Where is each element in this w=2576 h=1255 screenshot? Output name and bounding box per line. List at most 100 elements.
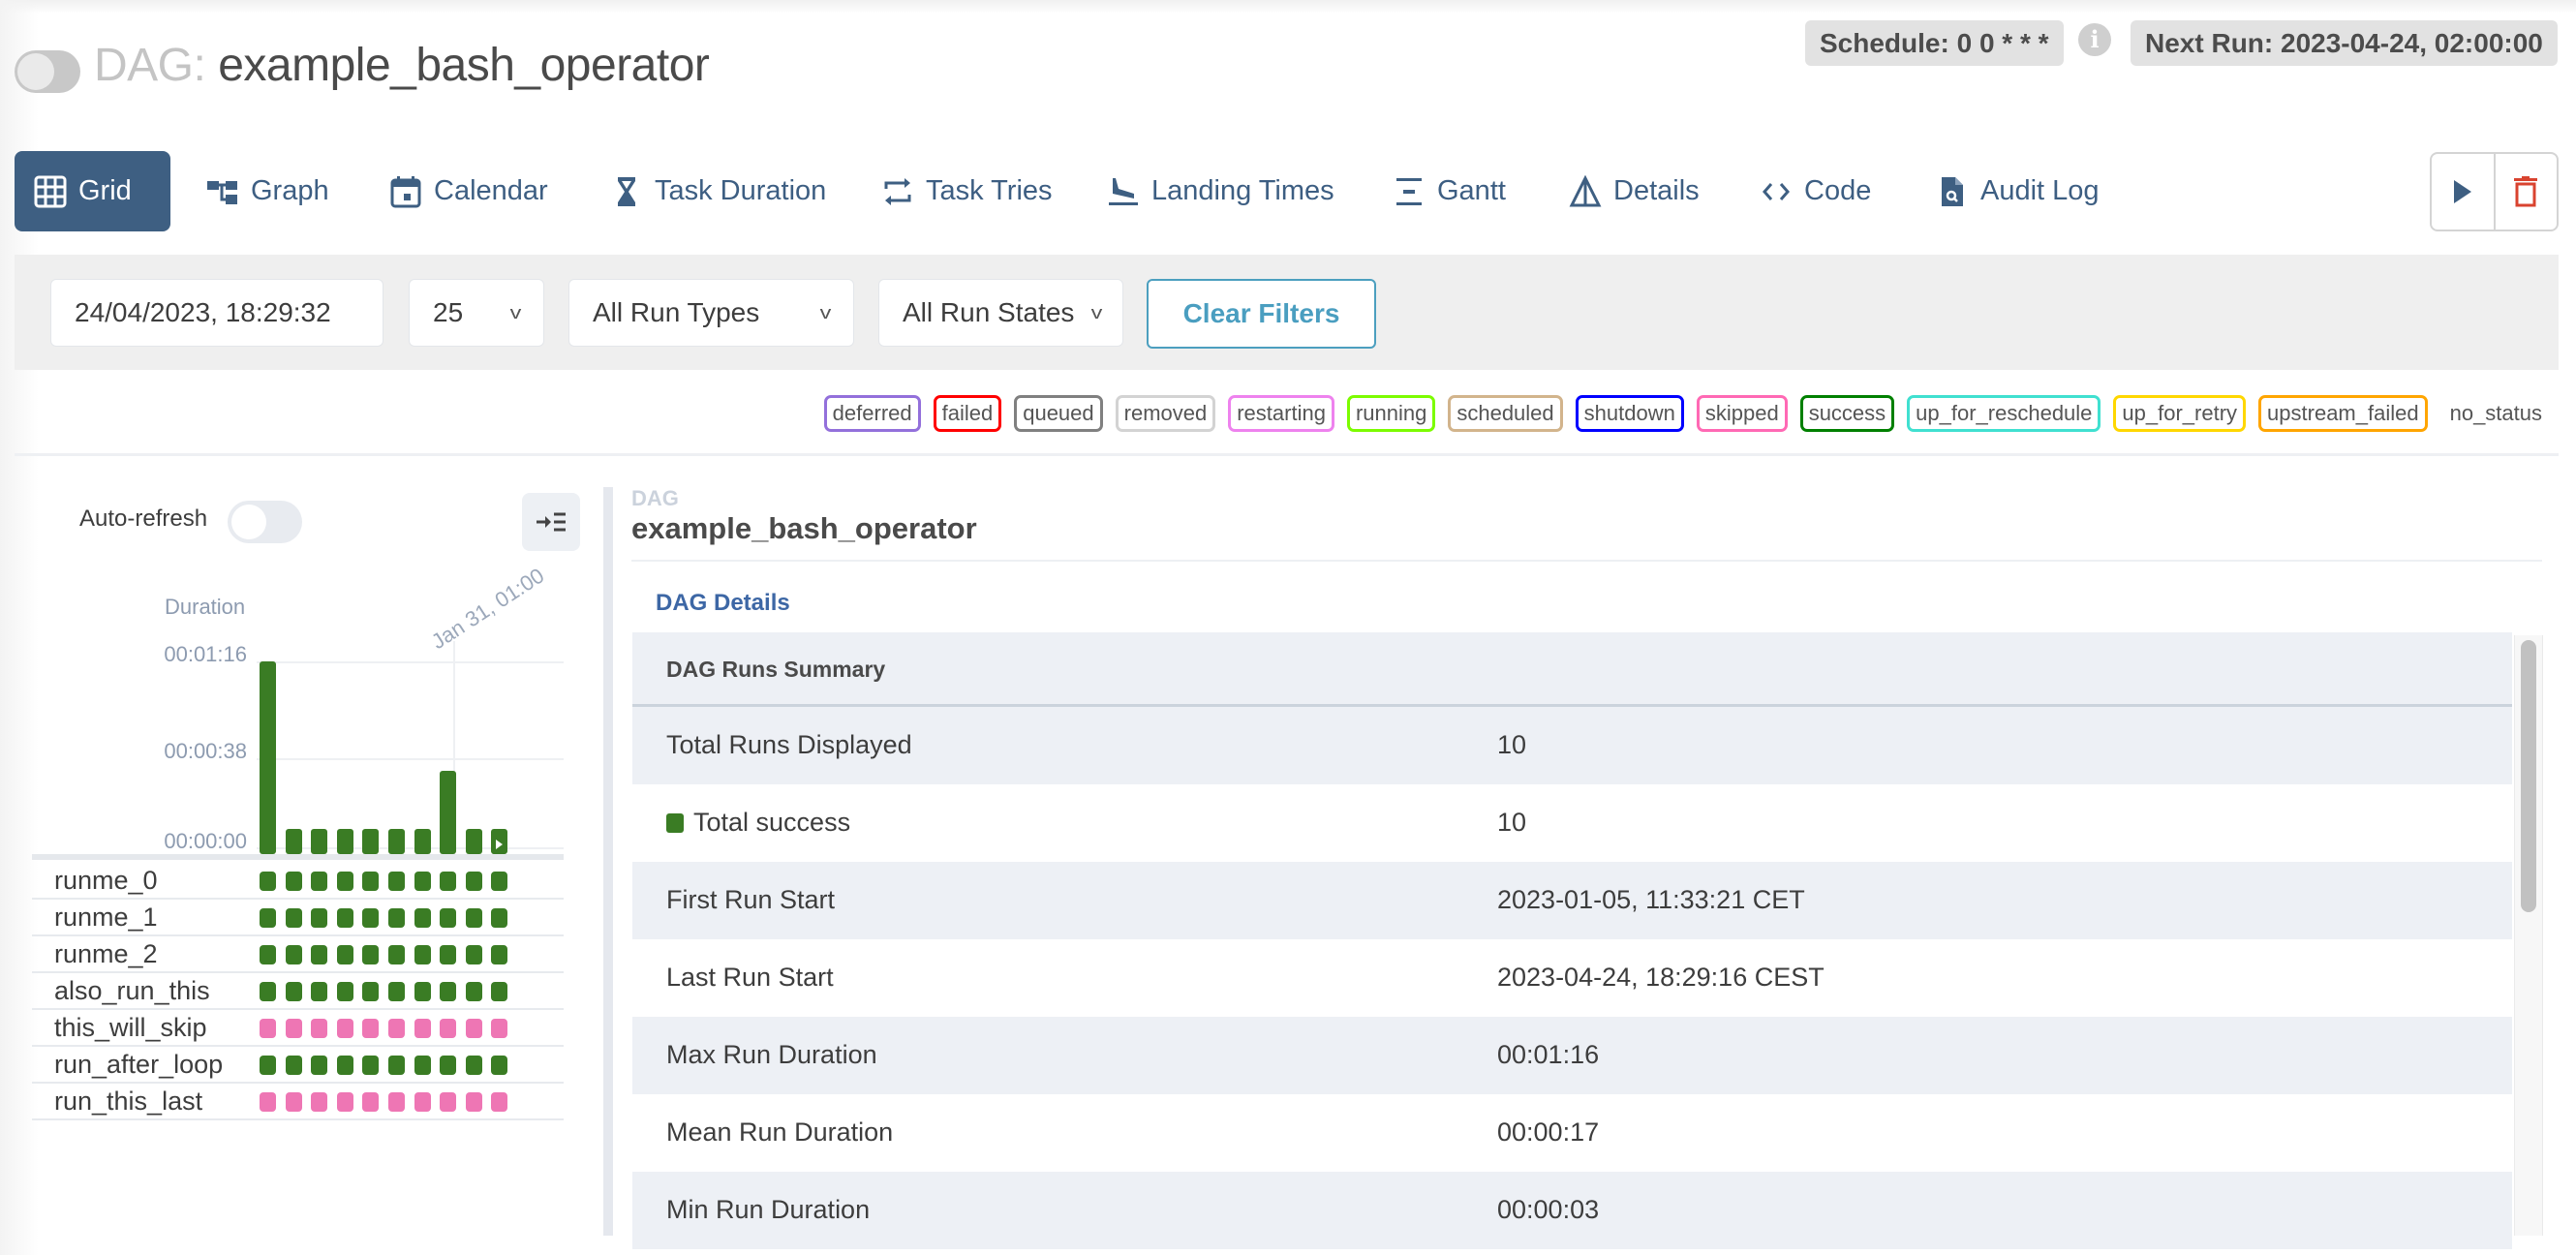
duration-bar[interactable]: [311, 829, 328, 854]
task-instance-skipped[interactable]: [491, 1092, 508, 1112]
task-row[interactable]: this_will_skip: [32, 1010, 564, 1047]
task-instance-skipped[interactable]: [336, 1019, 353, 1038]
task-instance-success[interactable]: [260, 872, 276, 891]
tab-landing-times[interactable]: Landing Times: [1088, 151, 1354, 231]
task-instance-success[interactable]: [414, 872, 431, 891]
task-instance-success[interactable]: [260, 1056, 276, 1075]
task-instance-skipped[interactable]: [260, 1092, 276, 1112]
task-instance-success[interactable]: [440, 982, 457, 1001]
run-type-select[interactable]: All Run Types v: [568, 279, 854, 347]
task-instance-success[interactable]: [311, 982, 328, 1001]
task-instance-success[interactable]: [388, 1056, 405, 1075]
legend-deferred[interactable]: deferred: [823, 395, 921, 432]
duration-bar[interactable]: [388, 829, 405, 854]
task-instance-success[interactable]: [260, 982, 276, 1001]
task-instance-skipped[interactable]: [285, 1019, 302, 1038]
task-instance-success[interactable]: [440, 945, 457, 964]
legend-up-for-reschedule[interactable]: up_for_reschedule: [1907, 395, 2101, 432]
task-instance-success[interactable]: [388, 945, 405, 964]
task-instance-success[interactable]: [414, 908, 431, 928]
task-row[interactable]: runme_1: [32, 900, 564, 936]
task-instance-success[interactable]: [388, 908, 405, 928]
task-name[interactable]: runme_1: [54, 903, 158, 933]
task-instance-success[interactable]: [285, 945, 302, 964]
task-instance-success[interactable]: [414, 982, 431, 1001]
task-instance-success[interactable]: [260, 908, 276, 928]
duration-bar[interactable]: [491, 829, 508, 854]
task-instance-success[interactable]: [362, 945, 380, 964]
task-instance-skipped[interactable]: [491, 1019, 508, 1038]
task-instance-success[interactable]: [285, 908, 302, 928]
task-instance-success[interactable]: [311, 1056, 328, 1075]
task-instance-skipped[interactable]: [362, 1019, 380, 1038]
tab-details[interactable]: Details: [1549, 151, 1719, 231]
task-instance-success[interactable]: [465, 945, 482, 964]
task-row[interactable]: run_after_loop: [32, 1047, 564, 1084]
task-instance-skipped[interactable]: [388, 1019, 405, 1038]
duration-bar[interactable]: [285, 829, 302, 854]
run-state-select[interactable]: All Run States v: [878, 279, 1123, 347]
duration-bar[interactable]: [414, 829, 431, 854]
tab-task-duration[interactable]: Task Duration: [591, 151, 845, 231]
task-instance-skipped[interactable]: [311, 1092, 328, 1112]
task-instance-success[interactable]: [260, 945, 276, 964]
clear-filters-button[interactable]: Clear Filters: [1147, 279, 1376, 349]
task-instance-skipped[interactable]: [465, 1019, 482, 1038]
legend-shutdown[interactable]: shutdown: [1575, 395, 1684, 432]
task-instance-success[interactable]: [336, 982, 353, 1001]
task-instance-success[interactable]: [336, 1056, 353, 1075]
task-instance-skipped[interactable]: [414, 1092, 431, 1112]
task-instance-success[interactable]: [491, 908, 508, 928]
task-row[interactable]: run_this_last: [32, 1084, 564, 1120]
task-instance-success[interactable]: [311, 945, 328, 964]
task-instance-success[interactable]: [465, 982, 482, 1001]
scrollbar-thumb[interactable]: [2521, 640, 2536, 912]
task-instance-skipped[interactable]: [388, 1092, 405, 1112]
task-instance-success[interactable]: [414, 1056, 431, 1075]
task-name[interactable]: also_run_this: [54, 976, 210, 1006]
task-instance-success[interactable]: [465, 1056, 482, 1075]
delete-dag-button[interactable]: [2493, 154, 2558, 230]
task-instance-success[interactable]: [440, 908, 457, 928]
legend-restarting[interactable]: restarting: [1228, 395, 1334, 432]
task-instance-skipped[interactable]: [414, 1019, 431, 1038]
tab-audit-log[interactable]: Audit Log: [1917, 151, 2119, 231]
legend-queued[interactable]: queued: [1014, 395, 1103, 432]
legend-skipped[interactable]: skipped: [1696, 395, 1788, 432]
task-instance-success[interactable]: [388, 982, 405, 1001]
legend-upstream-failed[interactable]: upstream_failed: [2258, 395, 2428, 432]
task-instance-success[interactable]: [465, 872, 482, 891]
task-instance-skipped[interactable]: [260, 1019, 276, 1038]
task-row[interactable]: also_run_this: [32, 973, 564, 1010]
task-instance-success[interactable]: [362, 908, 380, 928]
trigger-dag-button[interactable]: [2432, 154, 2494, 230]
task-instance-success[interactable]: [414, 945, 431, 964]
task-instance-success[interactable]: [440, 1056, 457, 1075]
task-row[interactable]: runme_2: [32, 936, 564, 973]
task-instance-success[interactable]: [491, 1056, 508, 1075]
info-icon[interactable]: i: [2078, 23, 2111, 56]
task-name[interactable]: this_will_skip: [54, 1013, 207, 1043]
task-instance-skipped[interactable]: [440, 1019, 457, 1038]
legend-up-for-retry[interactable]: up_for_retry: [2113, 395, 2247, 432]
task-instance-success[interactable]: [336, 908, 353, 928]
task-name[interactable]: run_this_last: [54, 1087, 202, 1117]
task-instance-success[interactable]: [388, 872, 405, 891]
dag-details-link[interactable]: DAG Details: [656, 590, 790, 617]
task-instance-success[interactable]: [491, 872, 508, 891]
panel-resize-handle[interactable]: [603, 487, 613, 1236]
task-instance-skipped[interactable]: [285, 1092, 302, 1112]
task-instance-success[interactable]: [362, 872, 380, 891]
task-instance-skipped[interactable]: [362, 1092, 380, 1112]
task-instance-success[interactable]: [491, 982, 508, 1001]
task-instance-success[interactable]: [362, 1056, 380, 1075]
tab-gantt[interactable]: Gantt: [1373, 151, 1525, 231]
legend-scheduled[interactable]: scheduled: [1448, 395, 1563, 432]
legend-removed[interactable]: removed: [1115, 395, 1216, 432]
task-name[interactable]: runme_2: [54, 939, 158, 969]
task-instance-success[interactable]: [440, 872, 457, 891]
task-instance-skipped[interactable]: [440, 1092, 457, 1112]
task-instance-skipped[interactable]: [336, 1092, 353, 1112]
task-instance-success[interactable]: [285, 872, 302, 891]
task-instance-skipped[interactable]: [465, 1092, 482, 1112]
